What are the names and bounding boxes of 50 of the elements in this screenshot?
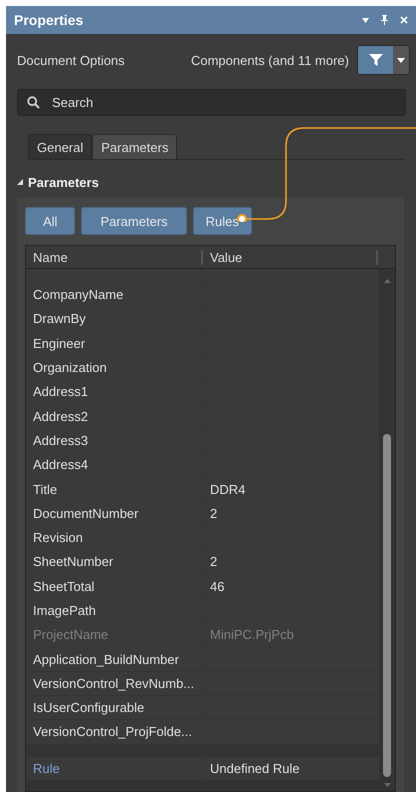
- name-cell: Address1: [26, 380, 203, 404]
- search-icon: [27, 96, 40, 109]
- name-cell: VersionControl_ProjFolde...: [26, 720, 203, 744]
- section-title: Parameters: [28, 174, 99, 190]
- name-cell: VersionControl_RevNumb...: [26, 672, 203, 696]
- name-cell: CompanyName: [26, 283, 203, 306]
- name-cell: DocumentNumber: [26, 502, 203, 525]
- filter-toggle-button[interactable]: All: [25, 207, 76, 235]
- tab[interactable]: General: [28, 134, 92, 159]
- close-icon[interactable]: [400, 16, 408, 24]
- name-cell: Address3: [26, 428, 203, 452]
- name-cell: Organization: [26, 356, 203, 380]
- value-cell-text: Undefined Rule: [209, 760, 301, 778]
- value-cell-text: 2: [209, 504, 218, 523]
- name-cell: ProjectName: [26, 623, 203, 646]
- name-cell: Title: [26, 477, 203, 501]
- value-cell-text: MiniPC.PrjPcb: [209, 626, 295, 644]
- panel-title: Properties: [14, 12, 84, 28]
- scrollbar-thumb[interactable]: [383, 434, 391, 777]
- filter-dropdown-button[interactable]: [393, 46, 409, 74]
- expanded-triangle-icon[interactable]: [17, 179, 23, 185]
- name-cell: SheetNumber: [26, 550, 203, 574]
- tab[interactable]: Parameters: [92, 134, 178, 159]
- name-cell: Rule: [26, 756, 203, 780]
- scroll-up-icon[interactable]: [384, 279, 390, 283]
- name-cell: Address4: [26, 453, 203, 476]
- name-cell: ImagePath: [26, 598, 203, 622]
- name-cell: Application_BuildNumber: [26, 647, 203, 671]
- filter-toggle-button[interactable]: Rules: [192, 207, 252, 235]
- filter-toggle-button[interactable]: Parameters: [81, 207, 187, 235]
- value-cell-text: 2: [209, 553, 218, 572]
- name-cell: Revision: [26, 526, 203, 550]
- search-field[interactable]: Search: [17, 89, 406, 116]
- name-cell: Engineer: [26, 332, 203, 355]
- column-header[interactable]: Name: [26, 250, 203, 264]
- value-cell-text: 46: [209, 578, 226, 596]
- name-cell: SheetTotal: [26, 574, 203, 598]
- dropdown-icon[interactable]: [362, 18, 369, 22]
- scroll-down-icon[interactable]: [384, 783, 390, 787]
- name-cell: DrawnBy: [26, 307, 203, 331]
- value-cell-text: DDR4: [209, 480, 246, 499]
- funnel-icon: [368, 53, 382, 67]
- document-options-label: Document Options: [17, 52, 125, 68]
- pin-icon[interactable]: [381, 15, 388, 25]
- name-cell: Address2: [26, 404, 203, 428]
- column-header[interactable]: Value: [203, 250, 378, 264]
- filter-button[interactable]: [358, 46, 393, 74]
- caret-icon: [397, 58, 405, 62]
- name-cell: IsUserConfigurable: [26, 696, 203, 720]
- filter-summary: Components (and 11 more): [190, 52, 349, 68]
